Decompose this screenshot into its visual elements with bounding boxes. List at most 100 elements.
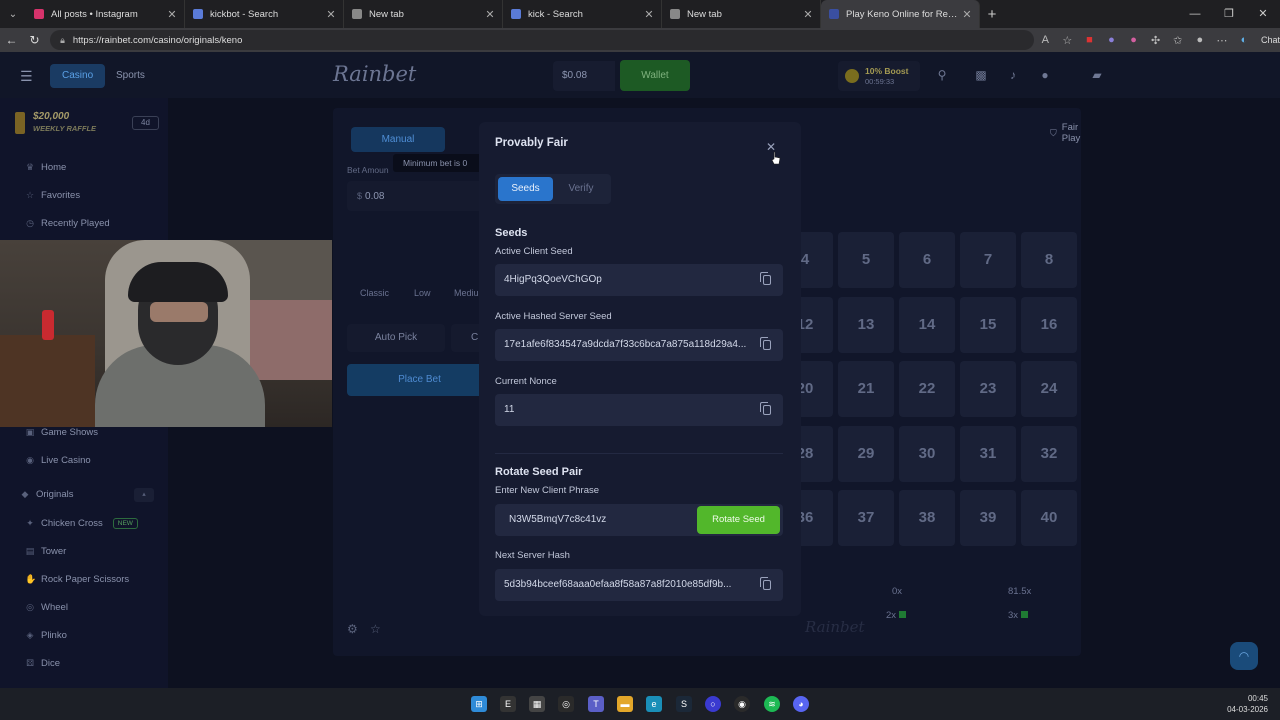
keno-tile[interactable]: 24 xyxy=(1021,361,1077,417)
keno-tile[interactable]: 37 xyxy=(838,490,894,546)
gift-icon[interactable]: ▩ xyxy=(974,68,988,82)
sidebar-section-originals[interactable]: ◆ Originals xyxy=(20,489,74,500)
keno-tile[interactable]: 29 xyxy=(838,425,894,482)
close-tab-icon[interactable]: ✕ xyxy=(961,8,973,21)
wallet-button[interactable]: Wallet xyxy=(620,60,690,91)
copilot-icon[interactable]: ◐ xyxy=(1233,34,1255,46)
close-tab-icon[interactable]: ✕ xyxy=(643,8,655,21)
sidebar-item-dice[interactable]: ⚄ Dice xyxy=(25,658,60,669)
copy-icon[interactable] xyxy=(760,577,771,590)
close-tab-icon[interactable]: ✕ xyxy=(166,8,178,21)
menu-icon[interactable]: ☰ xyxy=(20,68,34,85)
risk-medium[interactable]: Mediu xyxy=(454,288,479,298)
rotate-seed-button[interactable]: Rotate Seed xyxy=(697,506,780,534)
sports-tab[interactable]: Sports xyxy=(104,64,157,88)
favorites-icon[interactable]: ✩ xyxy=(1167,34,1189,47)
fair-play-link[interactable]: ⛉ Fair Play xyxy=(1050,122,1081,144)
keno-tile[interactable]: 15 xyxy=(960,296,1016,353)
sidebar-item-live-casino[interactable]: ◉ Live Casino xyxy=(25,455,91,466)
app-icon[interactable]: ○ xyxy=(705,696,721,712)
keno-tile[interactable]: 7 xyxy=(960,232,1016,288)
sidebar-item-rock-paper-scissors[interactable]: ✋ Rock Paper Scissors xyxy=(25,574,129,585)
chat-icon[interactable]: ▰ xyxy=(1090,68,1104,82)
obs-icon[interactable]: ◉ xyxy=(734,696,750,712)
tab-seeds[interactable]: Seeds xyxy=(498,177,553,201)
sidebar-item-chicken-cross[interactable]: ✦ Chicken Cross NEW xyxy=(25,518,138,529)
read-aloud-icon[interactable]: A xyxy=(1034,34,1056,46)
new-tab-button[interactable]: + xyxy=(980,6,1004,23)
close-window-icon[interactable]: ✕ xyxy=(1246,0,1280,28)
browser-tab[interactable]: New tab ✕ xyxy=(344,0,503,28)
minimize-icon[interactable]: — xyxy=(1178,0,1212,28)
keno-tile[interactable]: 31 xyxy=(960,425,1016,482)
browser-tab-active[interactable]: Play Keno Online for Real Money ✕ xyxy=(821,0,980,28)
app-icon[interactable]: ◎ xyxy=(558,696,574,712)
store-icon[interactable]: ▦ xyxy=(529,696,545,712)
risk-low[interactable]: Low xyxy=(414,288,431,298)
extension-icon[interactable]: ■ xyxy=(1078,34,1100,46)
sidebar-item-home[interactable]: ♛ Home xyxy=(25,162,66,173)
keno-tile[interactable]: 32 xyxy=(1021,425,1077,482)
favorite-star-icon[interactable]: ☆ xyxy=(1056,34,1078,47)
close-tab-icon[interactable]: ✕ xyxy=(802,8,814,21)
profile-icon[interactable]: ● xyxy=(1189,34,1211,46)
copy-icon[interactable] xyxy=(760,272,771,285)
keno-tile[interactable]: 13 xyxy=(838,296,894,353)
active-hashed-server-seed-field[interactable]: 17e1afe6f834547a9dcda7f33c6bca7a875a118d… xyxy=(495,329,783,361)
spotify-icon[interactable]: ≋ xyxy=(764,696,780,712)
keno-tile[interactable]: 5 xyxy=(838,232,894,288)
copy-icon[interactable] xyxy=(760,402,771,415)
browser-tab[interactable]: kick - Search ✕ xyxy=(503,0,662,28)
more-icon[interactable]: ⋯ xyxy=(1211,34,1233,47)
search-icon[interactable]: ⚲ xyxy=(935,68,949,82)
extensions-puzzle-icon[interactable]: ✣ xyxy=(1145,34,1167,47)
place-bet-button[interactable]: Place Bet xyxy=(347,364,492,396)
browser-tab[interactable]: kickbot - Search ✕ xyxy=(185,0,344,28)
keno-tile[interactable]: 30 xyxy=(899,425,955,482)
settings-gear-icon[interactable]: ⚙ xyxy=(347,622,358,636)
weekly-raffle-banner[interactable]: $20,000 WEEKLY RAFFLE 4d xyxy=(15,108,160,138)
sidebar-item-recently-played[interactable]: ◷ Recently Played xyxy=(25,218,110,229)
sidebar-item-plinko[interactable]: ◈ Plinko xyxy=(25,630,67,641)
keno-tile[interactable]: 6 xyxy=(899,232,955,288)
close-tab-icon[interactable]: ✕ xyxy=(325,8,337,21)
current-nonce-field[interactable]: 11 xyxy=(495,394,783,426)
browser-tab[interactable]: New tab ✕ xyxy=(662,0,821,28)
tab-actions-icon[interactable]: ⌄ xyxy=(0,0,26,28)
discord-icon[interactable]: ◕ xyxy=(793,696,809,712)
keno-tile[interactable]: 8 xyxy=(1021,232,1077,288)
copy-icon[interactable] xyxy=(760,337,771,350)
keno-tile[interactable]: 16 xyxy=(1021,296,1077,353)
keno-tile[interactable]: 40 xyxy=(1021,490,1077,546)
system-clock[interactable]: 00:45 04-03-2026 xyxy=(1227,693,1268,715)
user-icon[interactable]: ● xyxy=(1038,68,1052,82)
favorite-star-icon[interactable]: ☆ xyxy=(370,622,381,636)
extension-icon[interactable]: ● xyxy=(1123,34,1145,46)
refresh-icon[interactable]: ↻ xyxy=(23,33,46,47)
edge-icon[interactable]: e xyxy=(646,696,662,712)
steam-icon[interactable]: S xyxy=(676,696,692,712)
extension-icon[interactable]: ● xyxy=(1100,34,1122,46)
boost-widget[interactable]: 10% Boost 00:59:33 xyxy=(838,61,920,91)
back-icon[interactable]: ← xyxy=(0,33,23,47)
url-field[interactable]: 🔒︎ https://rainbet.com/casino/originals/… xyxy=(50,30,1035,50)
keno-tile[interactable]: 38 xyxy=(899,490,955,546)
copilot-label[interactable]: Chat xyxy=(1261,35,1280,45)
browser-tab[interactable]: All posts • Instagram ✕ xyxy=(26,0,185,28)
start-icon[interactable]: ⊞ xyxy=(471,696,487,712)
keno-tile[interactable]: 21 xyxy=(838,361,894,417)
epic-games-icon[interactable]: E xyxy=(500,696,516,712)
active-client-seed-field[interactable]: 4HigPq3QoeVChGOp xyxy=(495,264,783,296)
sidebar-item-wheel[interactable]: ◎ Wheel xyxy=(25,602,68,613)
keno-tile[interactable]: 14 xyxy=(899,296,955,353)
auto-pick-button[interactable]: Auto Pick xyxy=(347,324,445,352)
bet-amount-input[interactable]: $0.08 xyxy=(347,181,487,211)
sidebar-item-tower[interactable]: ▤ Tower xyxy=(25,546,67,557)
support-headset-icon[interactable]: ◠ xyxy=(1230,642,1258,670)
next-server-hash-field[interactable]: 5d3b94bceef68aaa0efaa8f58a87a8f2010e85df… xyxy=(495,569,783,601)
balance-display[interactable]: $0.08 xyxy=(553,61,615,91)
sidebar-item-game-shows[interactable]: ▣ Game Shows xyxy=(25,427,98,438)
restore-icon[interactable]: ❐ xyxy=(1212,0,1246,28)
new-client-phrase-input[interactable]: N3W5BmqV7c8c41vz Rotate Seed xyxy=(495,504,783,536)
teams-icon[interactable]: T xyxy=(588,696,604,712)
